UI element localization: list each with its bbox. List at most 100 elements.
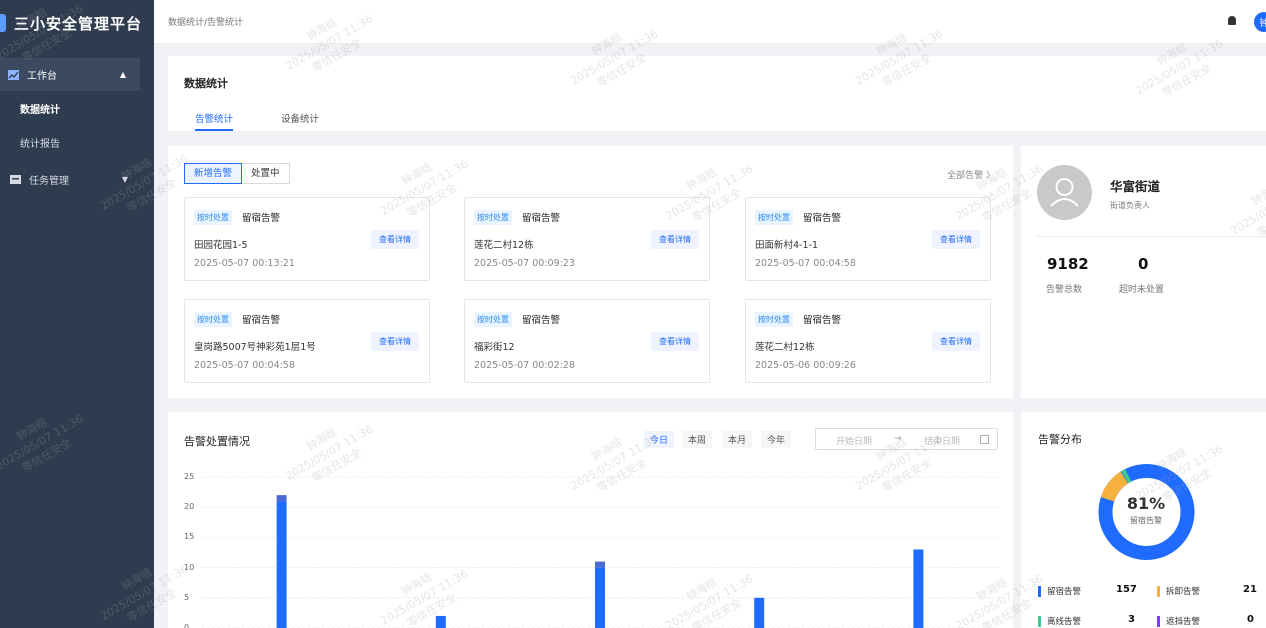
divider	[1037, 236, 1266, 237]
alert-time: 2025-05-07 00:02:28	[474, 360, 575, 371]
bar-chart	[202, 476, 998, 628]
dashboard-icon	[8, 69, 19, 80]
overdue-label: 超时未处置	[1119, 285, 1165, 295]
legend-label: 离线告警	[1047, 617, 1082, 627]
total-alerts-label: 告警总数	[1046, 285, 1083, 295]
profile-name: 华富街道	[1110, 179, 1161, 194]
view-details-button[interactable]: 查看详情	[371, 332, 419, 351]
alert-time: 2025-05-07 00:04:58	[755, 258, 856, 269]
app-title: 三小安全管理平台	[14, 14, 143, 33]
legend-value: 0	[1247, 614, 1254, 625]
status-badge: 按时处置	[194, 210, 232, 225]
legend-item: 拆卸告警	[1157, 585, 1200, 597]
alert-address: 皇岗路5007号神彩苑1层1号	[194, 342, 316, 353]
user-icon	[1050, 178, 1079, 207]
overdue-value: 0	[1138, 255, 1149, 273]
filter-in-progress[interactable]: 处置中	[242, 163, 290, 184]
view-details-button[interactable]: 查看详情	[651, 332, 699, 351]
sidebar-group-workbench[interactable]: 工作台 ▲	[0, 58, 140, 91]
legend-swatch	[1038, 615, 1041, 627]
folder-icon	[10, 175, 21, 184]
chevron-up-icon: ▲	[119, 70, 126, 79]
chart-panel: 告警处置情况 今日 本周 本月 今年 开始日期 → 结束日期 25 20 15 10 5…	[168, 412, 1013, 628]
bar[interactable]	[595, 567, 605, 628]
alert-type: 留宿告警	[522, 315, 561, 326]
sidebar-item-label: 任务管理	[29, 175, 69, 187]
bar[interactable]	[754, 597, 765, 628]
view-details-button[interactable]: 查看详情	[651, 230, 699, 249]
legend-value: 3	[1128, 614, 1135, 625]
alert-address: 福彩街12	[474, 342, 515, 353]
status-badge: 按时处置	[474, 210, 512, 225]
alert-type: 留宿告警	[242, 213, 281, 224]
all-alerts-link[interactable]: 全部告警 〉	[947, 168, 995, 181]
app-logo: 三小安全管理平台	[0, 0, 154, 46]
alert-filter: 新增告警 处置中	[184, 163, 290, 184]
page-header: 数据统计 告警统计 设备统计	[168, 56, 1266, 131]
alert-card: 按时处置 留宿告警 莲花二村12栋 2025-05-06 00:09:26 查看…	[745, 299, 991, 383]
alert-address: 莲花二村12栋	[755, 342, 815, 353]
alert-card: 按时处置 留宿告警 田园花园1-5 2025-05-07 00:13:21 查看…	[184, 197, 430, 281]
tab-device-stats[interactable]: 设备统计	[281, 111, 319, 125]
legend-label: 拆卸告警	[1166, 587, 1201, 597]
status-badge: 按时处置	[755, 210, 793, 225]
sidebar-item-data-stats[interactable]: 数据统计	[0, 91, 154, 125]
legend-label: 遮挡告警	[1166, 617, 1201, 627]
total-alerts-value: 9182	[1047, 255, 1089, 273]
sidebar: 三小安全管理平台 工作台 ▲ 数据统计 统计报告 任务管理 ▼	[0, 0, 154, 628]
alerts-panel: 新增告警 处置中 全部告警 〉 按时处置 留宿告警 田园花园1-5 2025-0…	[168, 146, 1013, 398]
legend-label: 留宿告警	[1047, 587, 1082, 597]
bar[interactable]	[595, 561, 605, 568]
legend-item: 留宿告警	[1038, 585, 1081, 597]
tab-alert-stats[interactable]: 告警统计	[195, 111, 233, 125]
alert-address: 田园花园1-5	[194, 240, 248, 251]
profile-panel: 华富街道 街道负责人 9182 告警总数 0 超时未处置	[1021, 146, 1266, 398]
user-avatar[interactable]: 钟	[1254, 12, 1266, 32]
legend-item: 遮挡告警	[1157, 615, 1200, 627]
view-details-button[interactable]: 查看详情	[371, 230, 419, 249]
bar[interactable]	[913, 549, 924, 628]
avatar	[1037, 165, 1092, 220]
sidebar-item-report[interactable]: 统计报告	[0, 125, 154, 159]
profile-role: 街道负责人	[1110, 201, 1150, 210]
bar[interactable]	[435, 615, 446, 628]
bell-icon[interactable]	[1228, 16, 1236, 25]
donut-center: 81% 留宿告警	[1105, 494, 1187, 526]
alert-time: 2025-05-07 00:09:23	[474, 258, 575, 269]
distribution-panel: 告警分布 81% 留宿告警 留宿告警 157 拆卸告警 21 离线告警 3 遮挡…	[1021, 412, 1266, 628]
status-badge: 按时处置	[194, 312, 232, 327]
alert-card: 按时处置 留宿告警 田面新村4-1-1 2025-05-07 00:04:58 …	[745, 197, 991, 281]
bar[interactable]	[276, 495, 287, 502]
legend-item: 离线告警	[1038, 615, 1081, 627]
alert-card: 按时处置 留宿告警 莲花二村12栋 2025-05-07 00:09:23 查看…	[464, 197, 710, 281]
alert-time: 2025-05-06 00:09:26	[755, 360, 856, 371]
page-title: 数据统计	[184, 77, 228, 90]
legend-value: 157	[1116, 584, 1137, 595]
legend-value: 21	[1243, 584, 1257, 595]
alert-address: 莲花二村12栋	[474, 240, 534, 251]
alert-address: 田面新村4-1-1	[755, 240, 818, 251]
alert-card: 按时处置 留宿告警 福彩街12 2025-05-07 00:02:28 查看详情	[464, 299, 710, 383]
view-details-button[interactable]: 查看详情	[932, 332, 980, 351]
status-badge: 按时处置	[755, 312, 793, 327]
alert-card: 按时处置 留宿告警 皇岗路5007号神彩苑1层1号 2025-05-07 00:…	[184, 299, 430, 383]
filter-new-alerts[interactable]: 新增告警	[184, 163, 243, 184]
active-tab-indicator	[195, 129, 233, 131]
sidebar-group-label: 工作台	[27, 71, 57, 82]
top-bar: 数据统计/告警统计 钟	[154, 0, 1266, 44]
sidebar-item-task-management[interactable]: 任务管理 ▼	[0, 159, 154, 199]
alert-type: 留宿告警	[803, 315, 842, 326]
alert-type: 留宿告警	[803, 213, 842, 224]
status-badge: 按时处置	[474, 312, 512, 327]
chevron-down-icon: ▼	[121, 174, 128, 184]
bar[interactable]	[276, 501, 287, 628]
legend-swatch	[1157, 615, 1160, 627]
view-details-button[interactable]: 查看详情	[932, 230, 980, 249]
alert-type: 留宿告警	[522, 213, 561, 224]
donut-percentage: 81%	[1126, 494, 1166, 513]
donut-label: 留宿告警	[1130, 516, 1162, 525]
breadcrumb: 数据统计/告警统计	[168, 18, 244, 28]
alert-time: 2025-05-07 00:13:21	[194, 258, 295, 269]
alert-type: 留宿告警	[242, 315, 281, 326]
alert-time: 2025-05-07 00:04:58	[194, 360, 295, 371]
